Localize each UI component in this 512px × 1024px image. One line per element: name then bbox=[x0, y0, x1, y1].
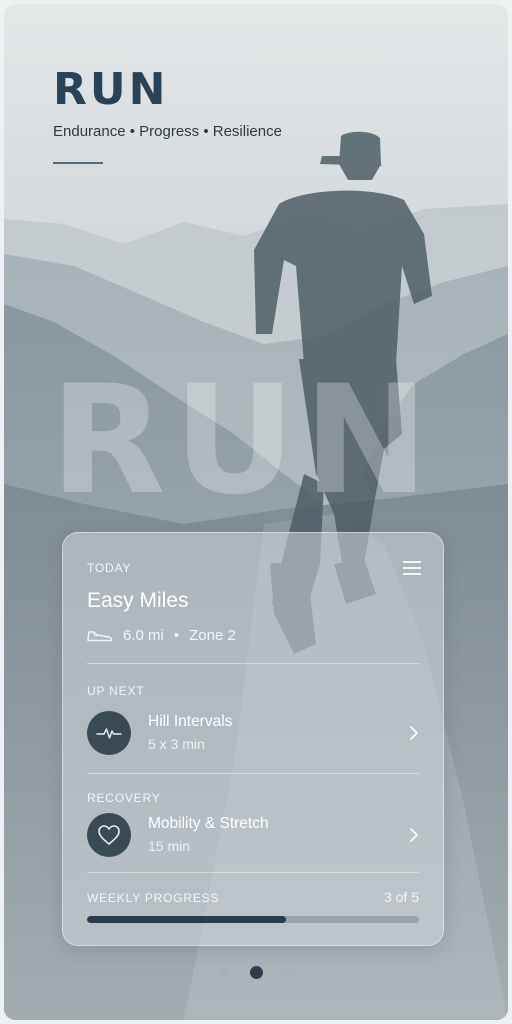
meta-separator: • bbox=[173, 626, 180, 644]
weekly-progress-count: 3 of 5 bbox=[383, 889, 419, 905]
section-divider bbox=[87, 872, 419, 873]
today-distance: 6.0 mi bbox=[123, 626, 164, 644]
menu-icon[interactable] bbox=[403, 561, 421, 575]
chevron-right-icon bbox=[409, 827, 419, 848]
title-underline-divider bbox=[53, 162, 103, 164]
recovery-workout-item[interactable]: Mobility & Stretch 15 min bbox=[87, 811, 419, 861]
recovery-section-label: RECOVERY bbox=[87, 791, 161, 805]
today-workout-title: Easy Miles bbox=[87, 589, 189, 612]
up-next-workout-detail: 5 x 3 min bbox=[148, 736, 205, 752]
page-dot[interactable] bbox=[249, 965, 263, 979]
page-title: RUN bbox=[53, 64, 169, 115]
weekly-progress-label: WEEKLY PROGRESS bbox=[87, 891, 220, 905]
recovery-workout-name: Mobility & Stretch bbox=[148, 815, 269, 832]
page-dot[interactable] bbox=[218, 967, 228, 977]
shoe-icon bbox=[87, 627, 113, 643]
recovery-workout-detail: 15 min bbox=[148, 838, 191, 854]
up-next-section-label: UP NEXT bbox=[87, 684, 145, 698]
today-section-label: TODAY bbox=[87, 561, 132, 575]
tagline: Endurance • Progress • Resilience bbox=[53, 123, 282, 140]
section-divider bbox=[87, 773, 419, 774]
up-next-workout-name: Hill Intervals bbox=[148, 713, 233, 730]
heartbeat-icon bbox=[87, 711, 131, 755]
page-indicator bbox=[4, 964, 508, 980]
today-zone: Zone 2 bbox=[189, 626, 236, 644]
app-screen: RUN Endurance • Progress • Resilience RU… bbox=[4, 4, 508, 1020]
chevron-right-icon bbox=[409, 725, 419, 746]
watermark-text: RUN bbox=[50, 354, 437, 528]
up-next-workout-item[interactable]: Hill Intervals 5 x 3 min bbox=[87, 709, 419, 759]
today-workout-meta: 6.0 mi • Zone 2 bbox=[87, 625, 236, 645]
heart-icon bbox=[87, 813, 131, 857]
weekly-progress-fill bbox=[87, 916, 287, 923]
weekly-progress-bar bbox=[87, 916, 419, 923]
section-divider bbox=[87, 663, 419, 664]
page-dot[interactable] bbox=[284, 967, 294, 977]
workout-plan-card: TODAY Easy Miles 6.0 mi • Zone 2 UP NEXT bbox=[62, 532, 444, 946]
